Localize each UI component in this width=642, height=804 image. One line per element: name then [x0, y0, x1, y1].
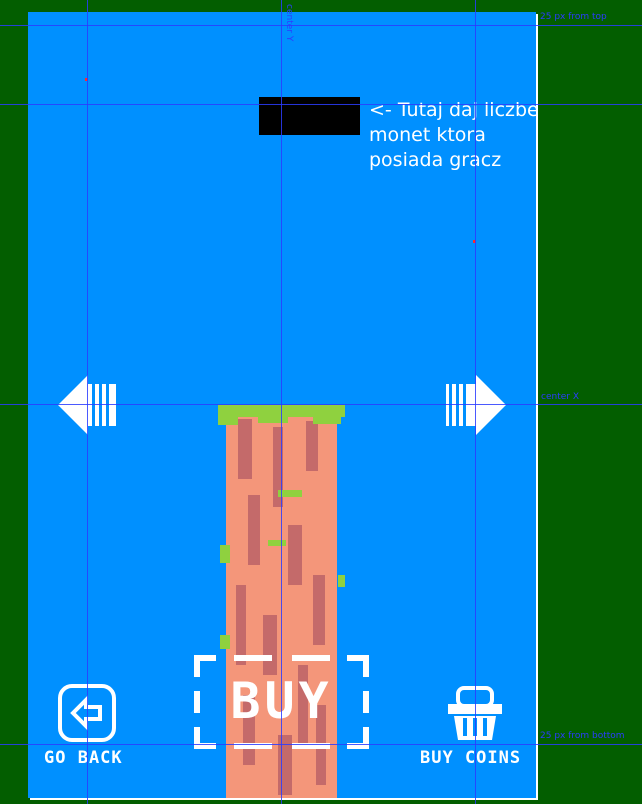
guide-line-vertical — [87, 0, 88, 804]
arrow-left-icon[interactable] — [58, 375, 120, 435]
guide-line-top — [0, 25, 642, 26]
guide-line-bottom — [0, 744, 642, 745]
game-screen: <- Tutaj daj liczbe monet ktora posiada … — [28, 12, 536, 798]
coin-count-display — [259, 97, 360, 135]
guide-label-top: 25 px from top — [540, 12, 607, 22]
note-line-1: <- Tutaj daj liczbe — [369, 99, 536, 121]
guide-label-bottom: 25 px from bottom — [540, 731, 625, 741]
guide-line-horizontal — [0, 104, 642, 105]
note-line-3: posiada gracz — [369, 149, 502, 171]
buy-coins-button[interactable]: BUY COINS — [420, 748, 521, 768]
guide-line-center-x — [281, 0, 282, 804]
guide-label-center-y: center Y — [284, 4, 294, 42]
guide-line-vertical — [475, 0, 476, 804]
coin-display-note: <- Tutaj daj liczbe monet ktora posiada … — [369, 98, 536, 173]
guide-line-center-y — [0, 404, 642, 405]
go-back-button[interactable]: GO BACK — [44, 748, 123, 768]
note-line-2: monet ktora — [369, 124, 486, 146]
guide-label-center-x: center X — [541, 392, 579, 402]
